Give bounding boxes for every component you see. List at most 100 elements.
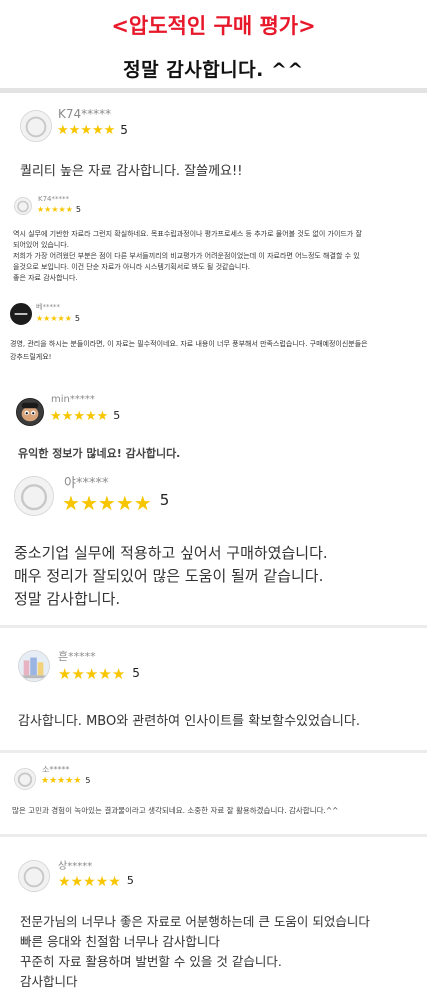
star-icon: ★ bbox=[83, 874, 96, 890]
star-icon: ★ bbox=[61, 409, 74, 424]
star-icon: ★ bbox=[58, 205, 66, 214]
review-line: 많은 고민과 경험이 녹아있는 결과물이라고 생각되네요. 소중한 자료 잘 활… bbox=[12, 806, 339, 815]
star-icon: ★ bbox=[51, 205, 59, 214]
star-icon: ★ bbox=[91, 123, 104, 138]
review-line: 역시 실무에 기반한 자료라 그런지 확실하네요. 목표수립과정이나 평가프로세… bbox=[13, 230, 362, 238]
review-text: 경영, 관리을 하시는 분들이라면, 이 자료는 필수적이네요. 자료 내용이 … bbox=[10, 338, 422, 364]
review-username: 베***** bbox=[36, 303, 60, 311]
star-rating: ★★★★★ 5 bbox=[37, 206, 81, 214]
review-line: 유익한 정보가 많네요! 감사합니다. bbox=[18, 447, 181, 460]
star-icon: ★ bbox=[68, 123, 81, 138]
section-divider bbox=[0, 88, 427, 93]
star-icon: ★ bbox=[49, 776, 58, 786]
photo-avatar-icon bbox=[18, 650, 50, 682]
review-text: 전문가님의 너무나 좋은 자료로 어분행하는데 큰 도움이 되었습니다 빠른 응… bbox=[20, 912, 424, 992]
review-username: min***** bbox=[51, 394, 95, 405]
star-icon: ★ bbox=[79, 491, 98, 515]
review-username: 소***** bbox=[42, 765, 70, 774]
review-text: 역시 실무에 기반한 자료라 그런지 확실하네요. 목표수립과정이나 평가프로세… bbox=[13, 229, 421, 284]
section-divider bbox=[0, 625, 427, 628]
star-icon: ★ bbox=[57, 314, 65, 323]
section-divider bbox=[0, 750, 427, 753]
rating-value: 5 bbox=[132, 666, 140, 680]
star-icon: ★ bbox=[108, 874, 121, 890]
star-rating: ★★★★★ 5 bbox=[58, 667, 140, 682]
page-title: <압도적인 구매 평가> bbox=[111, 14, 316, 38]
review-username: 야***** bbox=[64, 476, 109, 491]
rating-value: 5 bbox=[159, 491, 170, 509]
star-rating: ★★★★★ 5 bbox=[58, 875, 134, 889]
rating-value: 5 bbox=[85, 776, 91, 785]
review-text: 많은 고민과 경험이 녹아있는 결과물이라고 생각되네요. 소중한 자료 잘 활… bbox=[12, 805, 424, 816]
logo-avatar-icon bbox=[10, 303, 32, 325]
review-line: 감사합니다 bbox=[20, 974, 78, 989]
review-line: 저희가 가장 어려웠던 부분은 점이 다른 부서들끼리의 비교평가가 어려운점이… bbox=[13, 252, 360, 260]
star-icon: ★ bbox=[64, 314, 72, 323]
star-icon: ★ bbox=[111, 665, 126, 683]
star-icon: ★ bbox=[73, 776, 82, 786]
star-icon: ★ bbox=[44, 205, 52, 214]
review-text: 유익한 정보가 많네요! 감사합니다. bbox=[18, 445, 418, 461]
review-text: 중소기업 실무에 적용하고 싶어서 구매하였습니다. 매우 정리가 잘되있어 많… bbox=[14, 542, 422, 611]
review-line: 매우 정리가 잘되있어 많은 도움이 될꺼 같습니다. bbox=[14, 567, 324, 585]
star-rating: ★★★★★ 5 bbox=[62, 491, 170, 515]
cartoon-avatar-icon bbox=[16, 398, 44, 426]
star-icon: ★ bbox=[84, 409, 97, 424]
star-icon: ★ bbox=[65, 776, 74, 786]
rating-value: 5 bbox=[113, 409, 121, 422]
star-rating: ★★★★★ 5 bbox=[41, 777, 90, 786]
review-username: 흔***** bbox=[58, 650, 96, 663]
review-line: 퀄리티 높은 자료 감사합니다. 잘쓸께요!! bbox=[20, 164, 243, 179]
star-icon: ★ bbox=[58, 665, 72, 683]
rating-value: 5 bbox=[75, 205, 81, 214]
star-rating: ★★★★★ 5 bbox=[57, 124, 128, 137]
rating-value: 5 bbox=[120, 123, 128, 137]
default-user-icon bbox=[14, 768, 36, 790]
star-rating: ★★★★★ 5 bbox=[36, 315, 80, 323]
review-line: 중소기업 실무에 적용하고 싶어서 구매하였습니다. bbox=[14, 544, 328, 562]
star-rating: ★★★★★ 5 bbox=[50, 410, 120, 423]
review-username: K74***** bbox=[38, 195, 69, 203]
star-icon: ★ bbox=[97, 491, 116, 515]
star-icon: ★ bbox=[115, 491, 134, 515]
default-user-icon bbox=[18, 860, 50, 892]
star-icon: ★ bbox=[95, 874, 109, 890]
review-line: 빠른 응대와 친절함 너무나 감사합니다 bbox=[20, 934, 220, 949]
default-user-icon bbox=[14, 197, 32, 215]
star-icon: ★ bbox=[36, 314, 44, 323]
default-user-icon bbox=[14, 476, 54, 516]
star-icon: ★ bbox=[84, 665, 99, 683]
review-text: 퀄리티 높은 자료 감사합니다. 잘쓸께요!! bbox=[20, 160, 420, 179]
star-icon: ★ bbox=[41, 776, 50, 786]
page-subtitle: 정말 감사합니다. ^^ bbox=[123, 59, 304, 81]
review-line: 경영, 관리을 하시는 분들이라면, 이 자료는 필수적이네요. 자료 내용이 … bbox=[10, 340, 368, 348]
star-icon: ★ bbox=[57, 123, 69, 138]
review-text: 감사합니다. MBO와 관련하여 인사이트를 확보할수있었습니다. bbox=[18, 710, 423, 729]
star-icon: ★ bbox=[50, 314, 58, 323]
page-header: <압도적인 구매 평가> 정말 감사합니다. ^^ bbox=[0, 0, 427, 90]
review-line: 감사합니다. MBO와 관련하여 인사이트를 확보할수있었습니다. bbox=[18, 714, 360, 729]
review-line: 되어있어 있습니다. bbox=[13, 241, 69, 249]
star-icon: ★ bbox=[70, 874, 84, 890]
star-icon: ★ bbox=[37, 205, 45, 214]
star-icon: ★ bbox=[80, 123, 92, 138]
star-icon: ★ bbox=[98, 665, 112, 683]
star-icon: ★ bbox=[43, 314, 51, 323]
star-icon: ★ bbox=[96, 409, 109, 424]
review-line: 꾸준히 자료 활용하며 발번할 수 있을 것 같습니다. bbox=[20, 954, 282, 969]
review-username: 상***** bbox=[58, 861, 93, 872]
review-username: K74***** bbox=[58, 107, 112, 121]
star-icon: ★ bbox=[103, 123, 116, 138]
star-icon: ★ bbox=[133, 491, 152, 515]
star-icon: ★ bbox=[73, 409, 85, 424]
star-icon: ★ bbox=[71, 665, 85, 683]
rating-value: 5 bbox=[74, 314, 80, 323]
review-line: 정말 감사합니다. bbox=[14, 590, 121, 608]
star-icon: ★ bbox=[65, 205, 73, 214]
star-icon: ★ bbox=[62, 491, 80, 515]
review-line: 전문가님의 너무나 좋은 자료로 어분행하는데 큰 도움이 되었습니다 bbox=[20, 914, 370, 929]
review-line: 좋은 자료 감사합니다. bbox=[13, 274, 78, 282]
review-line: 을것으로 보입니다. 이건 단순 자료가 아니라 시스템기획서로 봐도 될 것같… bbox=[13, 263, 250, 271]
rating-value: 5 bbox=[126, 874, 134, 887]
review-line: 강추드릴게요! bbox=[10, 353, 52, 361]
